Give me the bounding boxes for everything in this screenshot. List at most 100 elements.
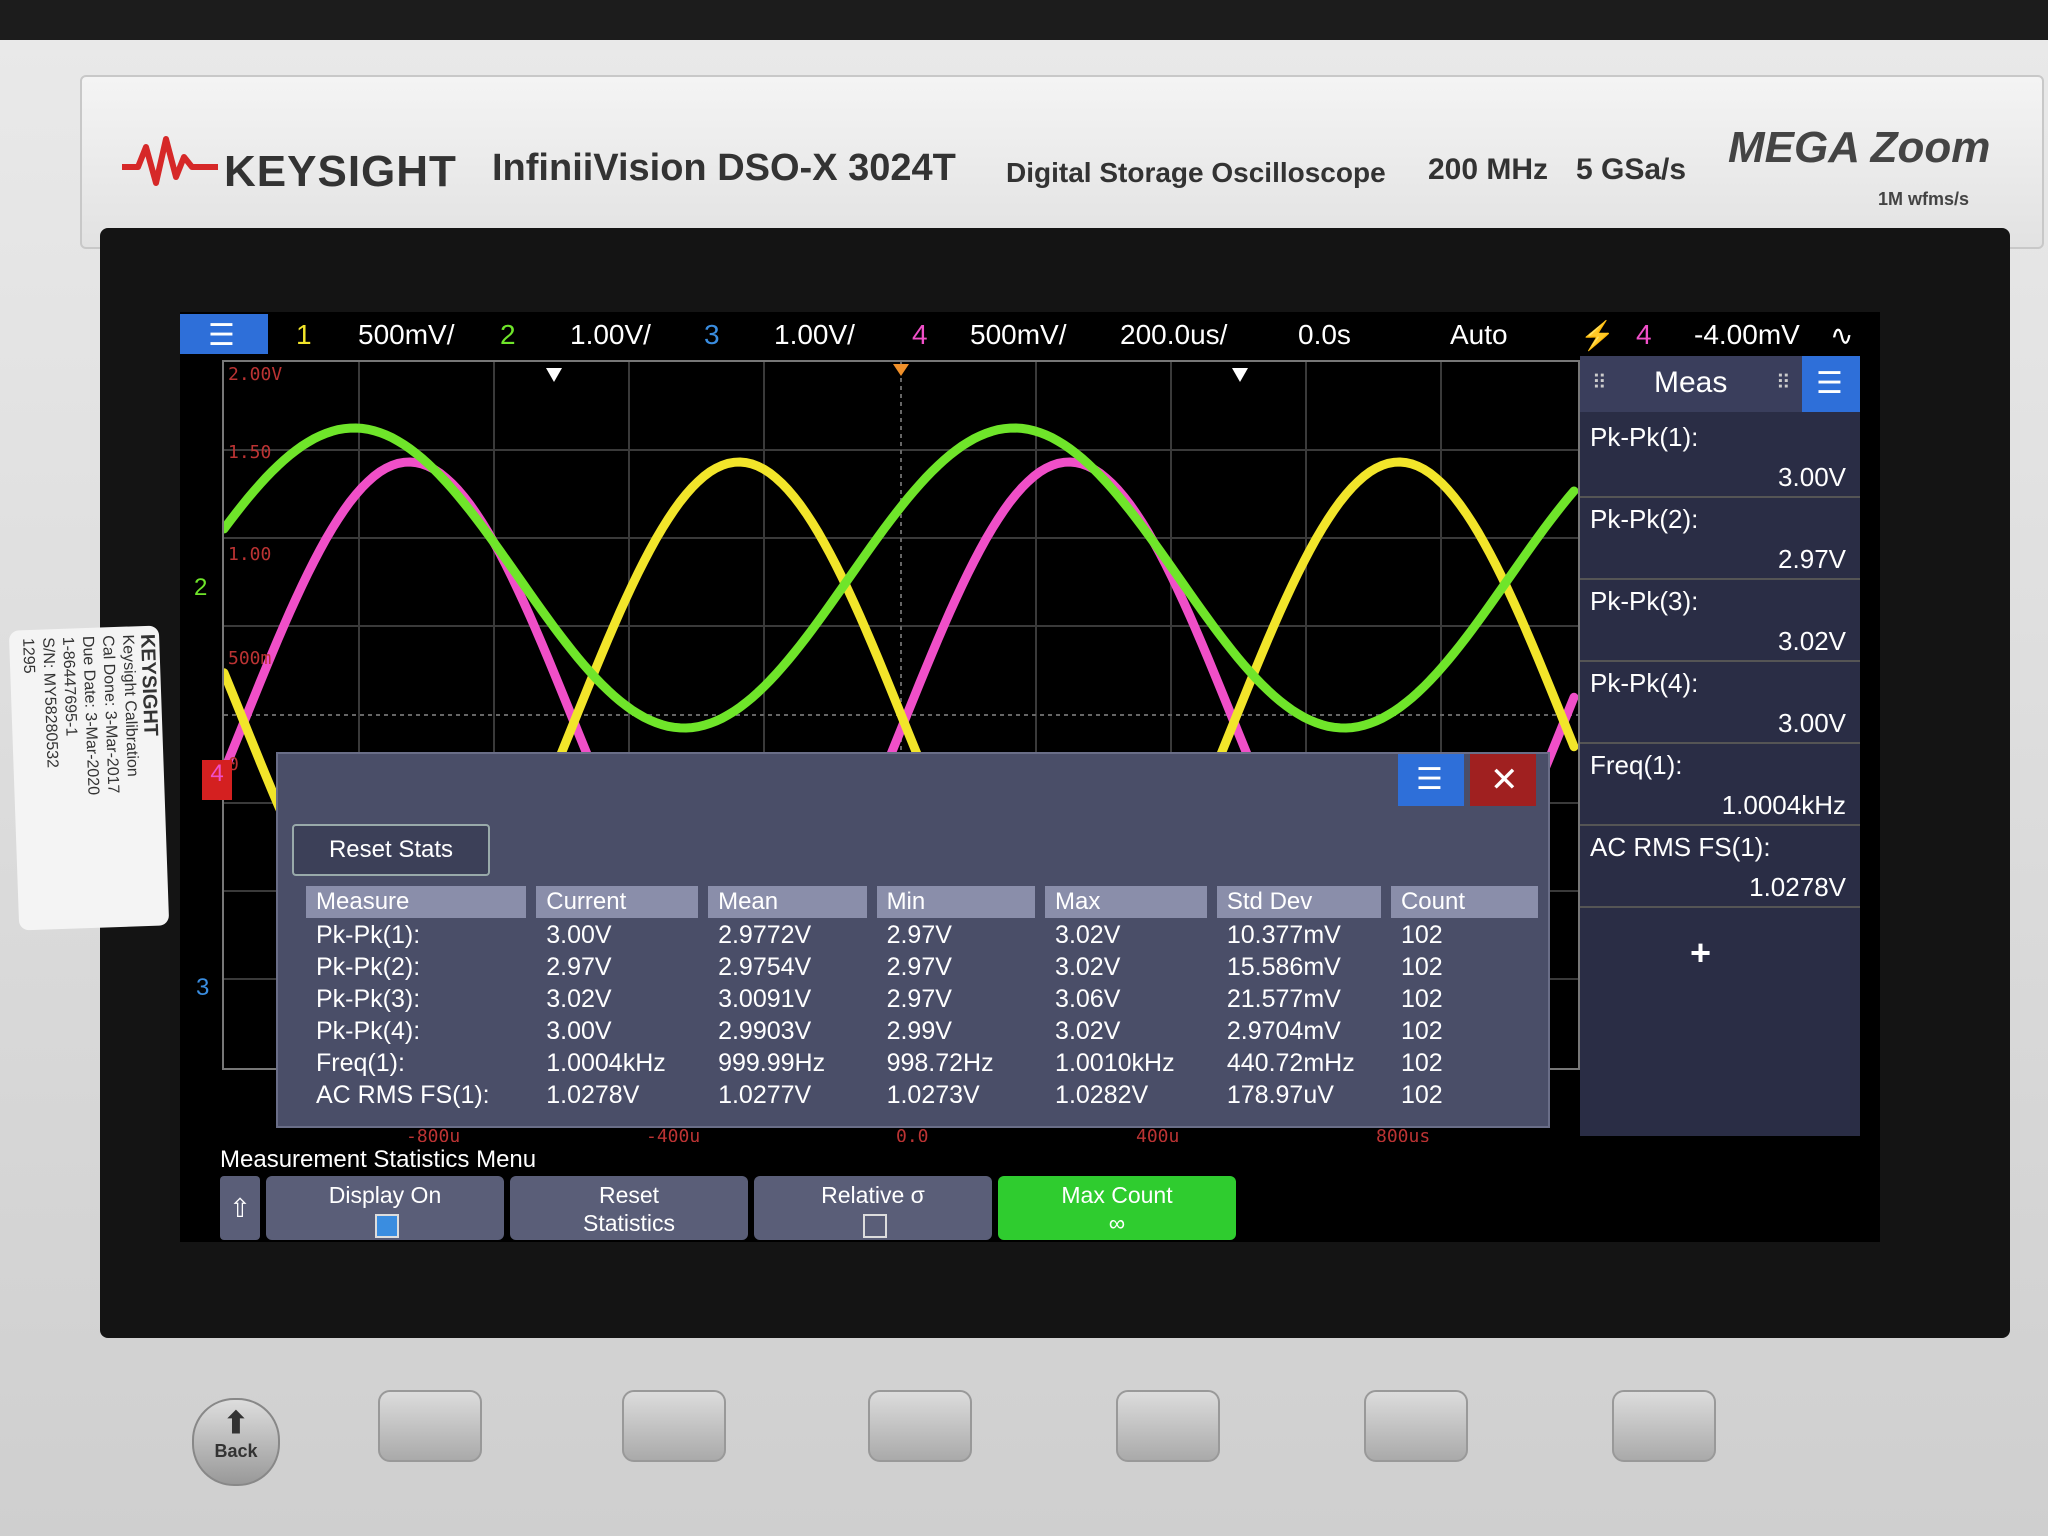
table-cell: 10.377mV	[1226, 920, 1341, 949]
table-row: Pk-Pk(1): 3.00V 2.9772V 2.97V 3.02V 10.377mV 1…	[306, 920, 1538, 950]
sidebar-menu-button[interactable]: ☰	[1802, 356, 1860, 412]
table-cell: 998.72Hz	[886, 1048, 994, 1077]
display-on-checkbox[interactable]	[375, 1214, 399, 1238]
ch2-number[interactable]: 2	[500, 319, 516, 351]
dialog-menu-button[interactable]: ☰	[1398, 754, 1464, 806]
menu-icon: ☰	[208, 319, 235, 352]
trigger-position-marker	[893, 364, 909, 376]
table-cell: 3.02V	[1055, 1016, 1121, 1045]
ch4-scale[interactable]: 500mV/	[970, 319, 1067, 351]
table-cell: 2.97V	[886, 920, 952, 949]
hardware-softkey-4[interactable]	[1116, 1390, 1220, 1462]
meas-item[interactable]: Freq(1): 1.0004kHz	[1580, 742, 1860, 826]
sidebar-title: Meas	[1654, 366, 1728, 399]
table-cell: 2.9772V	[718, 920, 812, 949]
relative-sigma-softkey[interactable]: Relative σ	[754, 1176, 992, 1240]
trigger-delay[interactable]: 0.0s	[1298, 319, 1351, 351]
table-cell: Pk-Pk(2):	[316, 952, 421, 981]
timebase[interactable]: 200.0us/	[1120, 319, 1227, 351]
meas-item[interactable]: Pk-Pk(4): 3.00V	[1580, 660, 1860, 744]
ch2-ground-marker[interactable]: 2	[194, 574, 207, 602]
ch1-number[interactable]: 1	[296, 319, 312, 351]
softkey-menu: Measurement Statistics Menu ⇧ Display On…	[220, 1142, 1880, 1242]
column-header: Std Dev	[1216, 886, 1381, 918]
menu-up-button[interactable]: ⇧	[220, 1176, 260, 1240]
main-menu-button[interactable]: ☰	[180, 314, 268, 354]
add-measurement-button[interactable]: +	[1690, 932, 1711, 974]
meas-value: 3.02V	[1778, 626, 1846, 656]
table-cell: 1.0282V	[1055, 1080, 1149, 1109]
softkey-menu-title: Measurement Statistics Menu	[220, 1146, 537, 1173]
table-cell: 102	[1400, 1080, 1443, 1109]
trigger-marker-left	[546, 368, 562, 382]
y-label: 1.50	[228, 442, 272, 463]
table-cell: 1.0278V	[546, 1080, 640, 1109]
table-cell: 1.0277V	[718, 1080, 812, 1109]
drag-handle-icon[interactable]: ⠿	[1776, 370, 1791, 395]
trigger-mode[interactable]: Auto	[1450, 319, 1508, 351]
table-cell: 1.0273V	[886, 1080, 980, 1109]
column-header: Measure	[306, 886, 527, 918]
ch3-ground-marker[interactable]: 3	[196, 974, 209, 1002]
table-cell: 15.586mV	[1226, 952, 1341, 981]
relative-sigma-checkbox[interactable]	[863, 1214, 887, 1238]
hardware-softkey-5[interactable]	[1364, 1390, 1468, 1462]
trigger-marker-right	[1232, 368, 1248, 382]
brand-bar: KEYSIGHT InfiniiVision DSO-X 3024T Digit…	[80, 75, 2044, 249]
up-arrow-icon: ⇧	[229, 1193, 251, 1223]
display-on-softkey[interactable]: Display On	[266, 1176, 504, 1240]
table-cell: AC RMS FS(1):	[316, 1080, 490, 1109]
table-cell: 3.02V	[546, 984, 612, 1013]
meas-value: 2.97V	[1778, 544, 1846, 574]
measurement-sidebar: ⠿ Meas ⠿ ☰ Pk-Pk(1): 3.00V Pk-Pk(2): 2.97V…	[1580, 356, 1860, 1136]
meas-label: Freq(1):	[1590, 750, 1683, 780]
acquire-icon: ∿	[1830, 320, 1854, 351]
hardware-softkeys	[0, 1390, 2048, 1470]
hardware-softkey-3[interactable]	[868, 1390, 972, 1462]
meas-item[interactable]: Pk-Pk(1): 3.00V	[1580, 414, 1860, 498]
max-count-softkey[interactable]: Max Count ∞	[998, 1176, 1236, 1240]
column-header: Min	[876, 886, 1036, 918]
trigger-edge-icon: ⚡	[1580, 320, 1615, 351]
meas-label: Pk-Pk(3):	[1590, 586, 1699, 616]
y-label: 500m	[228, 648, 272, 669]
trigger-level[interactable]: -4.00mV	[1694, 319, 1800, 351]
ch2-scale[interactable]: 1.00V/	[570, 319, 651, 351]
meas-item[interactable]: Pk-Pk(3): 3.02V	[1580, 578, 1860, 662]
table-cell: 3.06V	[1055, 984, 1121, 1013]
table-row: Pk-Pk(4): 3.00V 2.9903V 2.99V 3.02V 2.9704mV 1…	[306, 1016, 1538, 1046]
ch4-number[interactable]: 4	[912, 319, 928, 351]
reset-statistics-softkey[interactable]: Reset Statistics	[510, 1176, 748, 1240]
table-cell: 2.97V	[886, 952, 952, 981]
meas-label: AC RMS FS(1):	[1590, 832, 1771, 862]
table-cell: 999.99Hz	[718, 1048, 826, 1077]
ch3-scale[interactable]: 1.00V/	[774, 319, 855, 351]
status-bar: ☰ 1 500mV/ 2 1.00V/ 3 1.00V/ 4 500mV/ 20…	[180, 312, 1880, 356]
keysight-wave-icon	[122, 136, 218, 186]
table-cell: 440.72mHz	[1226, 1048, 1355, 1077]
hardware-softkey-6[interactable]	[1612, 1390, 1716, 1462]
menu-icon: ☰	[1416, 763, 1443, 796]
meas-value: 1.0004kHz	[1721, 790, 1846, 820]
hardware-softkey-2[interactable]	[622, 1390, 726, 1462]
meas-item[interactable]: Pk-Pk(2): 2.97V	[1580, 496, 1860, 580]
softkey-label: Reset	[598, 1182, 660, 1208]
meas-item[interactable]: AC RMS FS(1): 1.0278V	[1580, 824, 1860, 908]
meas-label: Pk-Pk(1):	[1590, 422, 1699, 452]
ch1-scale[interactable]: 500mV/	[358, 319, 455, 351]
ch4-ground-marker[interactable]: 4	[202, 760, 232, 800]
table-row: Pk-Pk(3): 3.02V 3.0091V 2.97V 3.06V 21.577mV 1…	[306, 984, 1538, 1014]
reset-stats-button[interactable]: Reset Stats	[292, 824, 490, 876]
meas-label: Pk-Pk(4):	[1590, 668, 1699, 698]
calibration-sticker: KEYSIGHT Keysight Calibration Cal Done: …	[8, 625, 170, 931]
drag-handle-icon[interactable]: ⠿	[1592, 370, 1607, 395]
hardware-softkey-1[interactable]	[378, 1390, 482, 1462]
table-cell: 2.97V	[546, 952, 612, 981]
dialog-close-button[interactable]: ✕	[1470, 754, 1536, 806]
meas-value: 3.00V	[1778, 462, 1846, 492]
table-cell: 21.577mV	[1226, 984, 1341, 1013]
trigger-source[interactable]: 4	[1636, 319, 1652, 351]
ch3-number[interactable]: 3	[704, 319, 720, 351]
sample-rate: 5 GSa/s	[1576, 153, 1687, 186]
table-cell: 2.97V	[886, 984, 952, 1013]
